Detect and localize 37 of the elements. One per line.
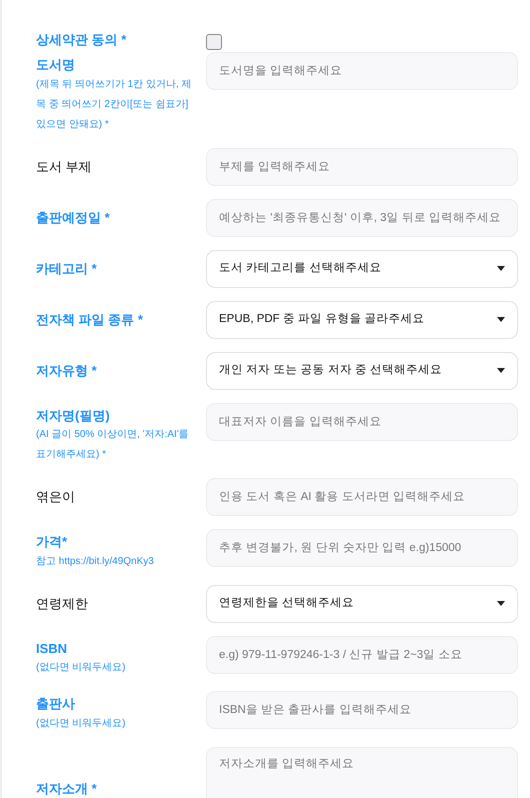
field-hint: 참고 https://bit.ly/49QnKy3 xyxy=(36,554,155,568)
field-hint: (없다면 비워두세요) xyxy=(36,716,126,730)
text-field[interactable]: 인용 도서 혹은 AI 활용 도서라면 입력해주세요 xyxy=(206,478,518,516)
field-label: 가격* xyxy=(36,533,68,551)
caret-icon xyxy=(497,368,505,373)
text-field[interactable]: 부제를 입력해주세요 xyxy=(206,148,518,186)
text-field[interactable]: e.g) 979-11-979246-1-3 / 신규 발급 2~3일 소요 xyxy=(206,636,518,674)
field-label: 카테고리 * xyxy=(36,260,98,278)
text-field[interactable]: ISBN을 받은 출판사를 입력해주세요 xyxy=(206,691,518,729)
agree-checkbox[interactable] xyxy=(206,34,222,50)
caret-icon xyxy=(497,601,505,606)
field-label: 도서명 xyxy=(36,56,76,74)
select-dropdown[interactable]: 개인 저자 또는 공동 저자 중 선택해주세요 xyxy=(206,352,518,390)
field-label: 저자소개 * xyxy=(36,780,98,798)
field-label: 출판예정일 * xyxy=(36,208,111,227)
field-label: 저자유형 * xyxy=(36,362,98,380)
field-label: ISBN xyxy=(36,640,68,658)
field-label: 전자책 파일 종류 * xyxy=(36,310,144,329)
select-dropdown[interactable]: 연령제한을 선택해주세요 xyxy=(206,584,518,622)
field-label: 출판사 xyxy=(36,695,76,713)
field-label: 도서 부제 xyxy=(36,158,93,176)
select-dropdown[interactable]: 도서 카테고리를 선택해주세요 xyxy=(206,250,518,288)
field-label: 저자명(필명) xyxy=(36,406,111,425)
text-field[interactable]: 추후 변경불가, 원 단위 숫자만 입력 e.g)15000 xyxy=(206,529,518,567)
field-hint: (AI 글이 50% 이상이면, '저자:AI'를 표기해주세요) * xyxy=(36,428,190,462)
text-field[interactable]: 예상하는 '최종유통신청' 이후, 3일 뒤로 입력해주세요 xyxy=(206,198,518,236)
text-area[interactable]: 저자소개를 입력해주세요 xyxy=(206,746,518,798)
caret-icon xyxy=(497,266,505,271)
text-field[interactable]: 도서명을 입력해주세요 xyxy=(206,52,518,90)
caret-icon xyxy=(497,317,505,322)
select-dropdown[interactable]: EPUB, PDF 중 파일 유형을 골라주세요 xyxy=(206,300,518,338)
field-hint: (제목 뒤 띄어쓰기가 1칸 있거나, 제목 중 띄어쓰기 2칸이[또는 쉼표가] 있으면 안돼요) * xyxy=(36,78,193,132)
field-hint: (없다면 비워두세요) xyxy=(36,661,126,675)
text-field[interactable]: 대표저자 이름을 입력해주세요 xyxy=(206,402,518,440)
field-label: 상세약관 동의 * xyxy=(36,31,128,49)
field-label: 엮은이 xyxy=(36,488,76,506)
field-label: 연령제한 xyxy=(36,594,89,613)
